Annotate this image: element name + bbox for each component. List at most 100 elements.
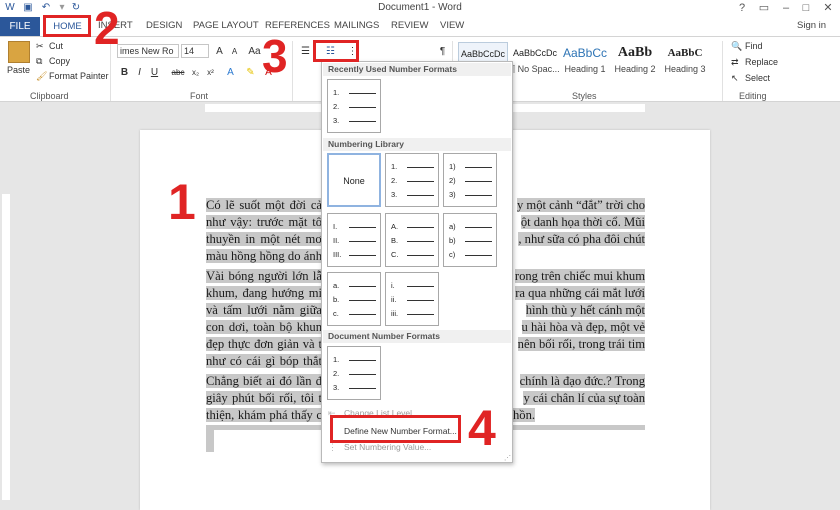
tile-row: I. [332,222,376,232]
bullets-icon[interactable]: ☰ [299,45,312,58]
list-marker: 2. [333,369,340,378]
format-painter-button[interactable]: Format Painter [49,71,109,81]
annotation-box-home [43,15,91,37]
help-icon[interactable]: ? [734,1,750,15]
find-icon[interactable]: 🔍 [731,41,742,52]
tab-design[interactable]: DESIGN [146,20,182,31]
doc-text: hình thù y hết cánh một [525,303,645,317]
numbering-format-tile[interactable]: 1. 2. 3. [327,79,381,133]
doc-text: u hài hòa và đẹp, một vẻ [521,320,645,334]
cut-button[interactable]: Cut [49,41,63,51]
text-effects-icon[interactable]: A [224,66,237,79]
list-line [349,286,376,287]
replace-icon[interactable]: ⇄ [731,57,739,68]
doc-text: thiện, khám phá thấy c [206,408,322,422]
numbering-format-tile[interactable]: 1) 2) 3) [443,153,497,207]
maximize-icon[interactable]: □ [798,1,814,15]
list-marker: iii. [391,309,399,318]
resize-grip-icon[interactable]: ⋰ [504,454,511,462]
find-button[interactable]: Find [745,41,763,51]
list-line [407,300,434,301]
paste-icon[interactable] [8,41,30,63]
list-marker: 2. [333,102,340,111]
numbering-format-tile[interactable]: I. II. III. [327,213,381,267]
select-icon[interactable]: ↖ [731,73,739,84]
cut-icon[interactable]: ✂ [36,41,44,52]
format-painter-icon[interactable]: 🖌 [36,71,47,82]
list-line [407,181,434,182]
font-group-label: Font [190,91,209,101]
style-heading-1[interactable]: AaBbCc Heading 1 [560,42,610,82]
select-button[interactable]: Select [745,73,770,83]
style-no-spacing[interactable]: AaBbCcDc ¶ No Spac... [510,42,560,82]
ribbon-options-icon[interactable]: ▭ [756,1,772,15]
list-line [465,255,492,256]
list-line [407,195,434,196]
paragraph-3-right[interactable]: chính là đạo đức.? Trong y cái chân lí c… [513,373,645,424]
style-heading-2[interactable]: AaBb Heading 2 [610,42,660,82]
paragraph-2-right[interactable]: rong trên chiếc mui khum ra qua những cá… [513,268,645,353]
vertical-ruler[interactable] [0,114,12,500]
doc-text: như vậy: trước mặt tô [206,215,322,229]
grow-font-icon[interactable]: A [213,45,226,58]
group-separator [292,41,293,101]
doc-text: nên bối rối, trong trái tim [517,337,645,351]
shrink-font-icon[interactable]: A [228,45,241,58]
underline-icon[interactable]: U [148,66,161,79]
set-value-icon: ⋮ [328,442,337,452]
list-line [349,374,376,375]
doc-text: y cái chân lí của sự toàn [523,391,645,405]
tile-row: b. [332,295,376,305]
numbering-format-tile[interactable]: 1. 2. 3. [327,346,381,400]
tile-row: 2. [390,176,434,186]
numbering-format-tile[interactable]: a) b) c) [443,213,497,267]
tile-row: b) [448,236,492,246]
close-icon[interactable]: ✕ [820,1,836,15]
italic-icon[interactable]: I [133,66,146,79]
replace-button[interactable]: Replace [745,57,778,67]
doc-text: ột danh họa thời cổ. Mũi [520,215,645,229]
copy-icon[interactable]: ⧉ [36,56,42,67]
tab-view[interactable]: VIEW [440,20,464,31]
change-case-icon[interactable]: Aa [248,45,261,58]
list-marker: I. [333,222,338,231]
numbering-format-tile[interactable]: A. B. C. [385,213,439,267]
doc-text: màu hồng hồng do ánh [206,249,322,263]
paste-button[interactable]: Paste [7,65,30,75]
strikethrough-icon[interactable]: abc [170,66,186,79]
sign-in-link[interactable]: Sign in [797,20,826,31]
numbering-format-tile[interactable]: i. ii. iii. [385,272,439,326]
show-formatting-icon[interactable]: ¶ [436,45,449,58]
copy-button[interactable]: Copy [49,56,70,66]
list-line [349,300,376,301]
list-line [349,360,376,361]
subscript-icon[interactable]: x₂ [189,66,202,79]
doc-text: giây phút bối rối, tôi t [206,391,322,405]
clipboard-group-label: Clipboard [30,91,69,101]
set-numbering-value-item[interactable]: Set Numbering Value... [344,442,431,452]
bold-icon[interactable]: B [118,66,131,79]
tab-file[interactable]: FILE [0,17,40,36]
list-marker: 2) [449,176,456,185]
font-name-combo[interactable]: imes New Ro [117,44,179,58]
annotation-number: 1 [168,174,196,230]
superscript-icon[interactable]: x² [204,66,217,79]
list-marker: b) [449,236,456,245]
paragraph-1-right[interactable]: y một cảnh “đắt” trời cho ột danh họa th… [513,197,645,248]
tab-page-layout[interactable]: PAGE LAYOUT [193,20,259,31]
tab-mailings[interactable]: MAILINGS [334,20,379,31]
doc-text: và tấm lưới nằm giữa [206,303,322,317]
numbering-format-tile[interactable]: a. b. c. [327,272,381,326]
list-marker: c) [449,250,456,259]
numbering-tile-none[interactable]: None [327,153,381,207]
font-size-combo[interactable]: 14 [181,44,209,58]
list-line [407,314,434,315]
list-marker: 3. [391,190,398,199]
doc-text: chính là đạo đức.? Trong [519,374,645,388]
numbering-format-tile[interactable]: 1. 2. 3. [385,153,439,207]
minimize-icon[interactable]: – [778,1,794,15]
highlight-icon[interactable]: ✎ [244,66,257,79]
tab-review[interactable]: REVIEW [391,20,428,31]
style-heading-3[interactable]: AaBbC Heading 3 [660,42,710,82]
ribbon-tab-bar: FILE HOME INSERT DESIGN PAGE LAYOUT REFE… [0,17,840,36]
